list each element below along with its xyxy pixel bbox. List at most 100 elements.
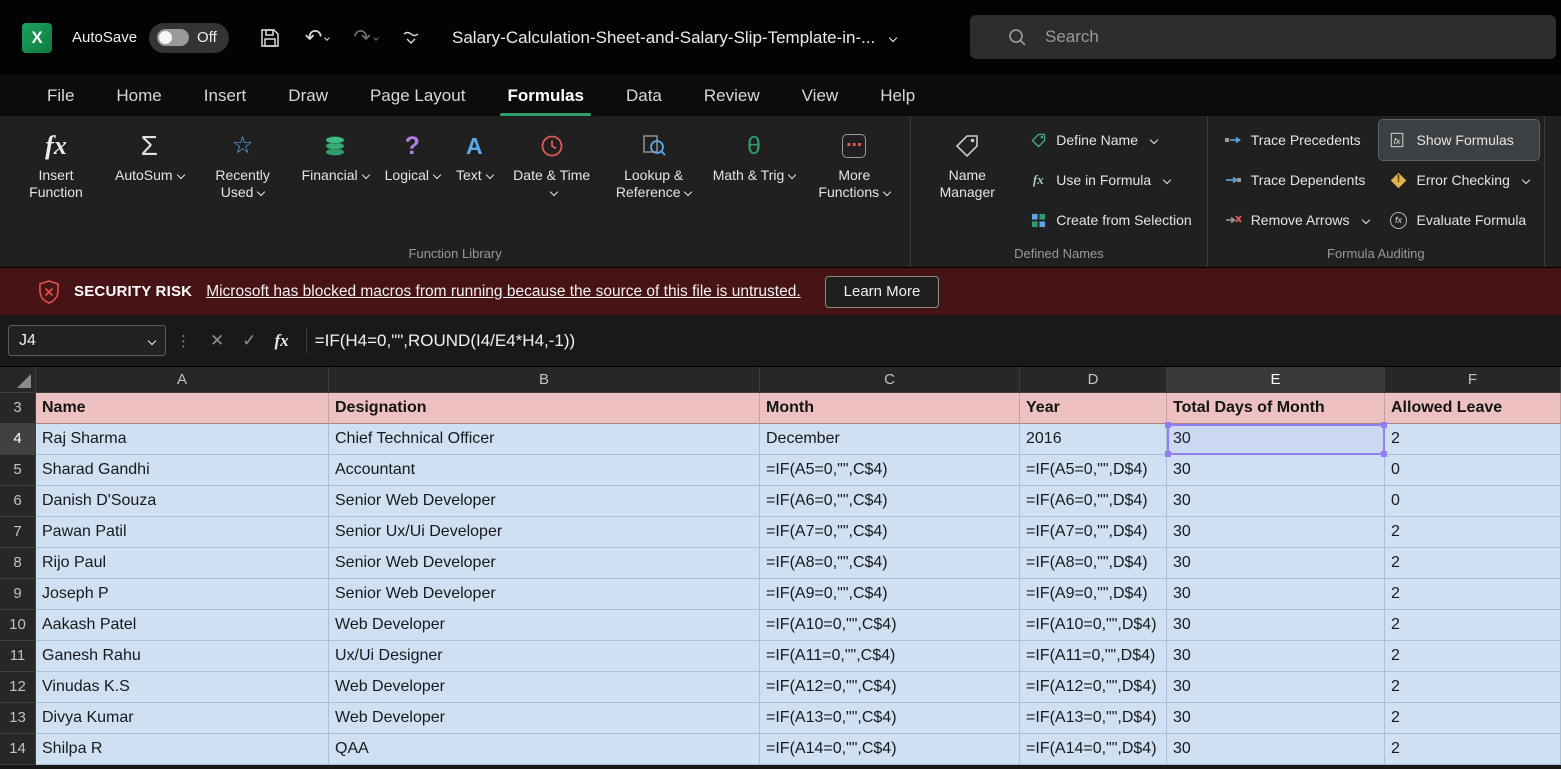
- cell-A5[interactable]: Sharad Gandhi: [36, 455, 329, 486]
- cell-C7[interactable]: =IF(A7=0,"",C$4): [760, 517, 1020, 548]
- save-button[interactable]: [255, 23, 285, 53]
- row-header-6[interactable]: 6: [0, 486, 36, 517]
- financial-button[interactable]: Financial: [294, 118, 377, 186]
- tab-help[interactable]: Help: [859, 75, 936, 116]
- autosave-toggle[interactable]: Off: [149, 23, 229, 53]
- document-title[interactable]: Salary-Calculation-Sheet-and-Salary-Slip…: [452, 0, 896, 75]
- cell-E10[interactable]: 30: [1167, 610, 1385, 641]
- cell-E9[interactable]: 30: [1167, 579, 1385, 610]
- cell-B14[interactable]: QAA: [329, 734, 760, 765]
- cell-B13[interactable]: Web Developer: [329, 703, 760, 734]
- tab-formulas[interactable]: Formulas: [486, 75, 605, 116]
- cell-C4[interactable]: December: [760, 424, 1020, 455]
- cell-F13[interactable]: 2: [1385, 703, 1561, 734]
- cell-E6[interactable]: 30: [1167, 486, 1385, 517]
- active-cell-selection[interactable]: [1167, 424, 1385, 455]
- cell-D11[interactable]: =IF(A11=0,"",D$4): [1020, 641, 1167, 672]
- insert-function-button[interactable]: fx Insert Function: [5, 118, 107, 203]
- cell-D14[interactable]: =IF(A14=0,"",D$4): [1020, 734, 1167, 765]
- define-name-button[interactable]: Define Name: [1018, 120, 1201, 160]
- tab-view[interactable]: View: [781, 75, 860, 116]
- cell-A4[interactable]: Raj Sharma: [36, 424, 329, 455]
- row-header-3[interactable]: 3: [0, 393, 36, 424]
- cell-C5[interactable]: =IF(A5=0,"",C$4): [760, 455, 1020, 486]
- name-box-splitter[interactable]: ⋮: [176, 332, 191, 350]
- cell-B8[interactable]: Senior Web Developer: [329, 548, 760, 579]
- name-manager-button[interactable]: Name Manager: [916, 118, 1018, 203]
- cell-E8[interactable]: 30: [1167, 548, 1385, 579]
- cell-A9[interactable]: Joseph P: [36, 579, 329, 610]
- cell-C6[interactable]: =IF(A6=0,"",C$4): [760, 486, 1020, 517]
- show-formulas-button[interactable]: fx Show Formulas: [1379, 120, 1539, 160]
- learn-more-button[interactable]: Learn More: [825, 276, 940, 308]
- cell-A3[interactable]: Name: [36, 393, 329, 424]
- cell-F9[interactable]: 2: [1385, 579, 1561, 610]
- cell-B11[interactable]: Ux/Ui Designer: [329, 641, 760, 672]
- tab-review[interactable]: Review: [683, 75, 781, 116]
- cell-A12[interactable]: Vinudas K.S: [36, 672, 329, 703]
- cell-E7[interactable]: 30: [1167, 517, 1385, 548]
- cell-E13[interactable]: 30: [1167, 703, 1385, 734]
- cell-C14[interactable]: =IF(A14=0,"",C$4): [760, 734, 1020, 765]
- column-header-A[interactable]: A: [36, 367, 329, 393]
- cell-F8[interactable]: 2: [1385, 548, 1561, 579]
- tab-file[interactable]: File: [26, 75, 95, 116]
- date-time-button[interactable]: Date & Time: [501, 118, 603, 203]
- math-trig-button[interactable]: θ Math & Trig: [705, 118, 804, 186]
- cell-D10[interactable]: =IF(A10=0,"",D$4): [1020, 610, 1167, 641]
- evaluate-formula-button[interactable]: fx Evaluate Formula: [1379, 200, 1539, 240]
- cell-B4[interactable]: Chief Technical Officer: [329, 424, 760, 455]
- cell-F11[interactable]: 2: [1385, 641, 1561, 672]
- cell-A8[interactable]: Rijo Paul: [36, 548, 329, 579]
- tab-data[interactable]: Data: [605, 75, 683, 116]
- column-header-B[interactable]: B: [329, 367, 760, 393]
- create-from-selection-button[interactable]: Create from Selection: [1018, 200, 1201, 240]
- text-button[interactable]: A Text: [448, 118, 501, 186]
- row-header-9[interactable]: 9: [0, 579, 36, 610]
- row-header-12[interactable]: 12: [0, 672, 36, 703]
- column-header-E[interactable]: E: [1167, 367, 1385, 393]
- column-header-C[interactable]: C: [760, 367, 1020, 393]
- cell-C11[interactable]: =IF(A11=0,"",C$4): [760, 641, 1020, 672]
- excel-logo-icon[interactable]: X: [22, 23, 52, 53]
- cell-E12[interactable]: 30: [1167, 672, 1385, 703]
- selection-handle[interactable]: [1165, 422, 1171, 428]
- cell-F10[interactable]: 2: [1385, 610, 1561, 641]
- tab-home[interactable]: Home: [95, 75, 182, 116]
- cell-C8[interactable]: =IF(A8=0,"",C$4): [760, 548, 1020, 579]
- autosum-button[interactable]: Σ AutoSum: [107, 118, 192, 186]
- row-header-14[interactable]: 14: [0, 734, 36, 765]
- row-header-4[interactable]: 4: [0, 424, 36, 455]
- column-header-F[interactable]: F: [1385, 367, 1561, 393]
- cell-D8[interactable]: =IF(A8=0,"",D$4): [1020, 548, 1167, 579]
- cell-E5[interactable]: 30: [1167, 455, 1385, 486]
- row-header-5[interactable]: 5: [0, 455, 36, 486]
- cell-B3[interactable]: Designation: [329, 393, 760, 424]
- cell-C10[interactable]: =IF(A10=0,"",C$4): [760, 610, 1020, 641]
- cell-C12[interactable]: =IF(A12=0,"",C$4): [760, 672, 1020, 703]
- tab-draw[interactable]: Draw: [267, 75, 349, 116]
- cell-A11[interactable]: Ganesh Rahu: [36, 641, 329, 672]
- cell-B12[interactable]: Web Developer: [329, 672, 760, 703]
- row-header-8[interactable]: 8: [0, 548, 36, 579]
- trace-dependents-button[interactable]: Trace Dependents: [1213, 160, 1379, 200]
- recently-used-button[interactable]: ☆ Recently Used: [192, 118, 294, 203]
- cell-A14[interactable]: Shilpa R: [36, 734, 329, 765]
- cell-D9[interactable]: =IF(A9=0,"",D$4): [1020, 579, 1167, 610]
- more-functions-button[interactable]: ⋯ More Functions: [803, 118, 905, 203]
- insert-function-fx-icon[interactable]: fx: [275, 331, 289, 351]
- cell-D6[interactable]: =IF(A6=0,"",D$4): [1020, 486, 1167, 517]
- row-header-7[interactable]: 7: [0, 517, 36, 548]
- cell-D5[interactable]: =IF(A5=0,"",D$4): [1020, 455, 1167, 486]
- use-in-formula-button[interactable]: fx Use in Formula: [1018, 160, 1201, 200]
- cell-B7[interactable]: Senior Ux/Ui Developer: [329, 517, 760, 548]
- row-header-11[interactable]: 11: [0, 641, 36, 672]
- name-box[interactable]: J4: [8, 325, 166, 356]
- cell-B5[interactable]: Accountant: [329, 455, 760, 486]
- cell-A6[interactable]: Danish D'Souza: [36, 486, 329, 517]
- cell-F12[interactable]: 2: [1385, 672, 1561, 703]
- cell-B9[interactable]: Senior Web Developer: [329, 579, 760, 610]
- cell-F6[interactable]: 0: [1385, 486, 1561, 517]
- formula-input[interactable]: =IF(H4=0,"",ROUND(I4/E4*H4,-1)): [315, 331, 1561, 351]
- tab-page-layout[interactable]: Page Layout: [349, 75, 486, 116]
